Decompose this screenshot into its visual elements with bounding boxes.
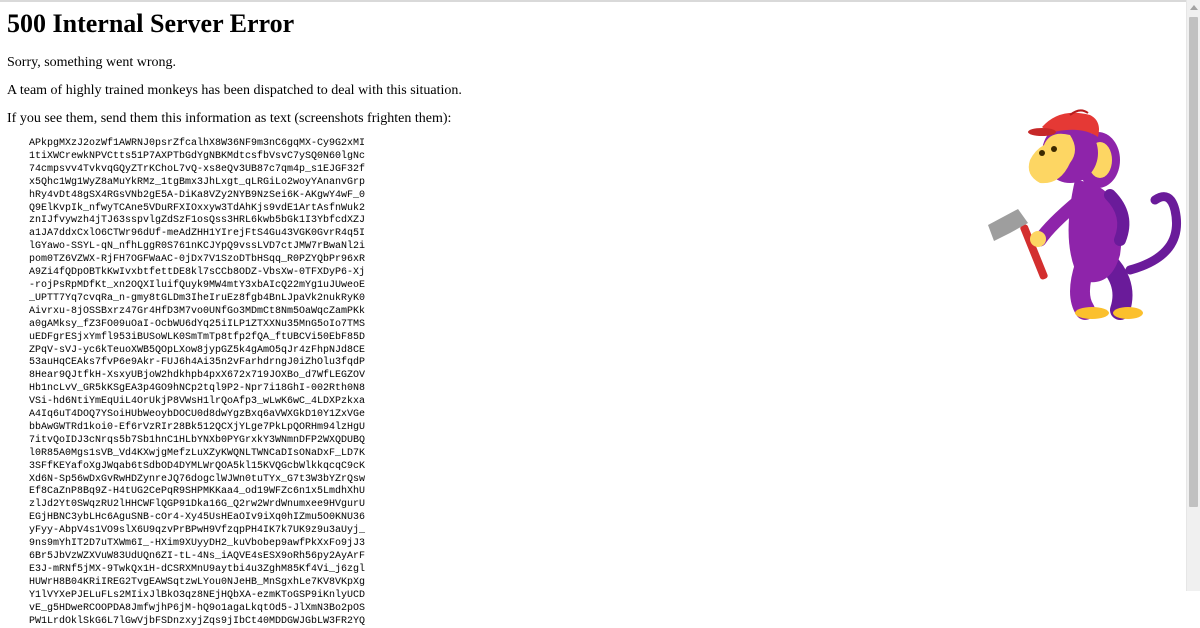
scrollbar-thumb[interactable] xyxy=(1189,17,1198,507)
monkey-back-foot xyxy=(1113,307,1143,319)
cap-brim xyxy=(1028,128,1056,136)
scroll-up-arrow-icon[interactable] xyxy=(1190,5,1198,10)
hammer-head xyxy=(988,209,1028,241)
monkey-eye-2 xyxy=(1039,150,1045,156)
monkey-tail xyxy=(1125,192,1181,275)
page-title: 500 Internal Server Error xyxy=(7,9,295,38)
sorry-message: Sorry, something went wrong. xyxy=(7,55,177,70)
monkey-front-leg xyxy=(1070,255,1095,320)
monkey-with-hammer-illustration xyxy=(988,109,1181,320)
vertical-scrollbar[interactable] xyxy=(1186,0,1200,591)
monkey-hand xyxy=(1030,231,1046,247)
monkey-eye xyxy=(1051,146,1057,152)
monkey-front-foot xyxy=(1075,307,1109,319)
monkeys-message: A team of highly trained monkeys has bee… xyxy=(7,83,462,98)
